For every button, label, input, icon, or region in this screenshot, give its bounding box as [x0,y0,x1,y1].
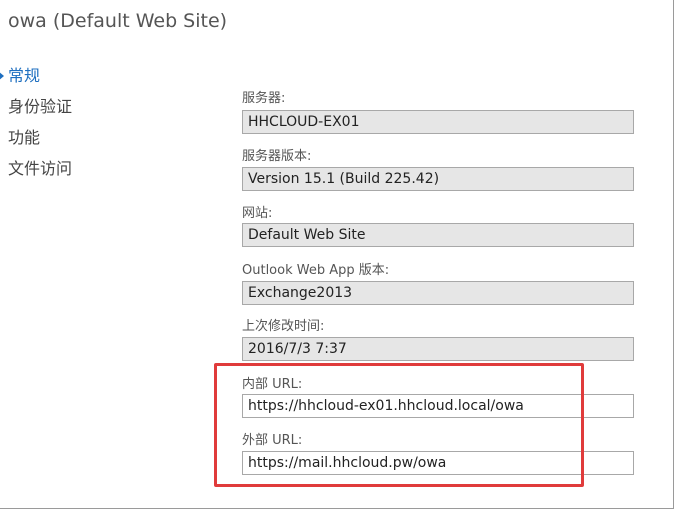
sidebar-item-label: 常规 [8,66,41,85]
sidebar-item-label: 身份验证 [8,97,73,116]
server-version-label: 服务器版本: [242,149,312,164]
server-version-field: Version 15.1 (Build 225.42) [242,167,634,191]
sidebar-item-label: 文件访问 [8,159,73,178]
page-title: owa (Default Web Site) [8,10,228,32]
website-label: 网站: [242,206,273,221]
owa-version-label: Outlook Web App 版本: [242,263,390,278]
last-modified-field: 2016/7/3 7:37 [242,337,634,361]
internal-url-input[interactable]: https://hhcloud-ex01.hhcloud.local/owa [242,394,634,418]
owa-version-field: Exchange2013 [242,281,634,305]
last-modified-label: 上次修改时间: [242,319,325,334]
server-field: HHCLOUD-EX01 [242,110,634,134]
website-field: Default Web Site [242,223,634,247]
external-url-input[interactable]: https://mail.hhcloud.pw/owa [242,451,634,475]
internal-url-label: 内部 URL: [242,377,303,392]
selected-arrow-icon [0,71,4,81]
sidebar-item-file-access[interactable]: 文件访问 [0,157,140,188]
external-url-label: 外部 URL: [242,433,303,448]
sidebar-item-general[interactable]: 常规 [0,64,140,95]
sidebar-item-authentication[interactable]: 身份验证 [0,95,140,126]
sidebar-nav: 常规 身份验证 功能 文件访问 [0,64,140,188]
properties-window: owa (Default Web Site) 常规 身份验证 功能 文件访问 服… [0,0,674,509]
server-label: 服务器: [242,91,286,106]
sidebar-item-label: 功能 [8,128,41,147]
sidebar-item-features[interactable]: 功能 [0,126,140,157]
